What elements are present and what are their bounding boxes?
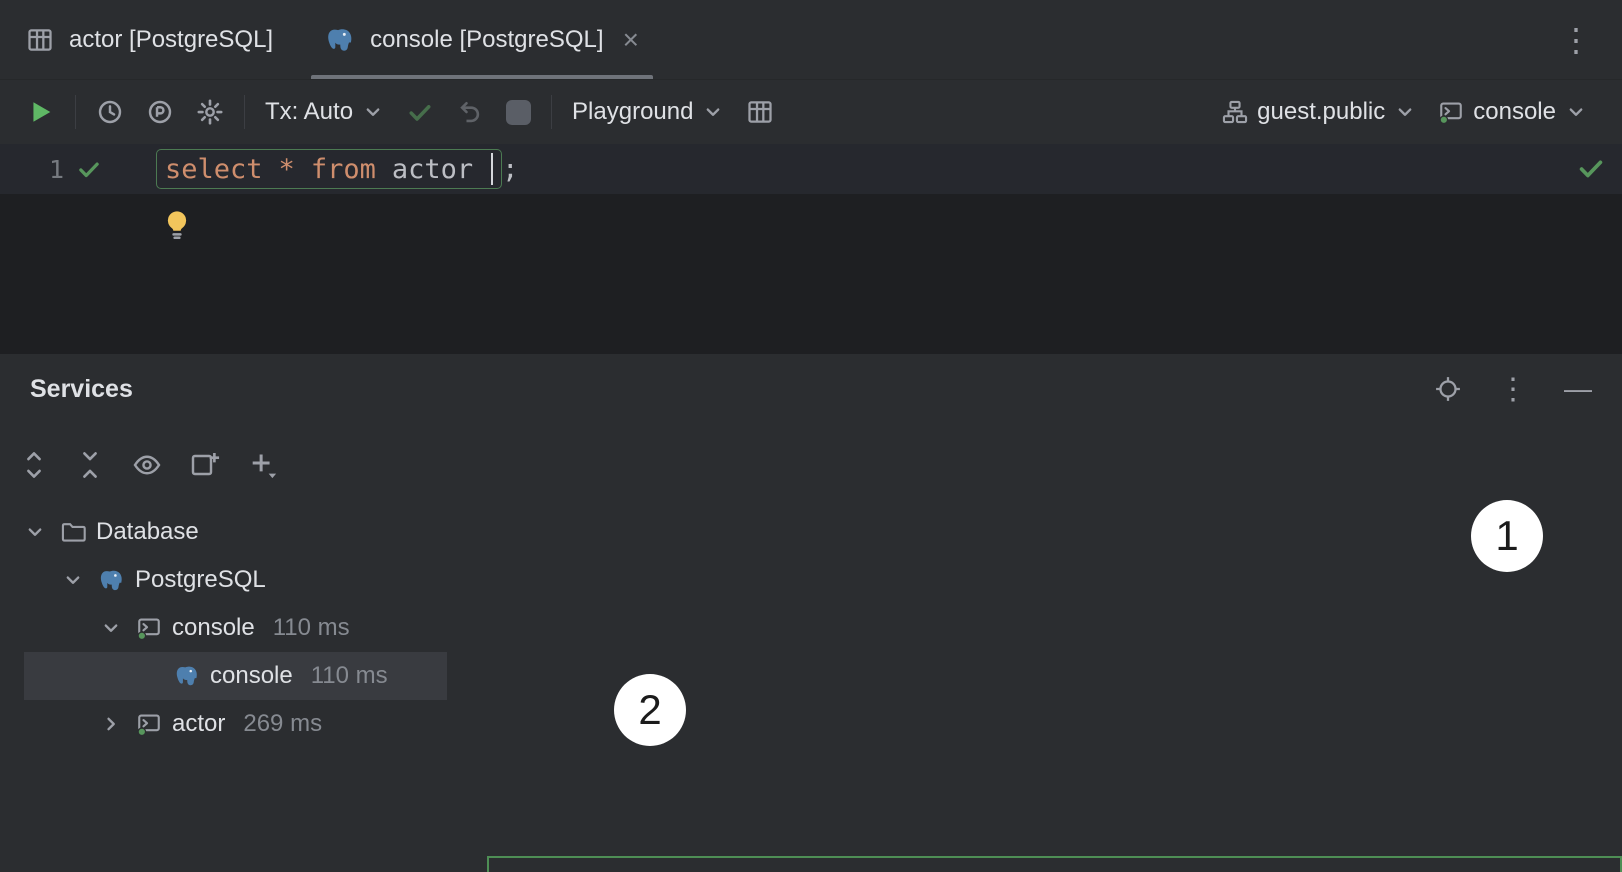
inspection-ok-icon[interactable]: [1576, 153, 1606, 183]
tree-item-actor[interactable]: actor 269 ms: [0, 700, 487, 748]
tx-mode-dropdown[interactable]: Tx: Auto: [254, 92, 395, 132]
tree-item-console-selected[interactable]: console 110 ms: [24, 652, 447, 700]
tab-result-grid[interactable]: guest.public.actor ×: [645, 858, 947, 872]
postgresql-icon: [98, 567, 125, 594]
close-icon[interactable]: ×: [623, 24, 639, 56]
services-tool-window-header[interactable]: Services ⋮ —: [0, 354, 1622, 424]
tree-item-console-group[interactable]: console 110 ms: [0, 604, 487, 652]
chevron-collapsed-icon[interactable]: [96, 713, 126, 735]
show-options-eye-icon[interactable]: [132, 450, 162, 480]
new-datasource-icon[interactable]: [190, 450, 220, 480]
tab-actor-table[interactable]: actor [PostgreSQL]: [0, 0, 299, 79]
editor-tab-bar: actor [PostgreSQL] console [PostgreSQL] …: [0, 0, 1622, 80]
keyword-from: from: [311, 154, 376, 185]
results-tab-bar: Output guest.public.actor × Tx: [489, 858, 1620, 872]
sql-statement[interactable]: select * from actor ;: [156, 149, 518, 189]
chevron-expanded-icon[interactable]: [58, 569, 88, 591]
toolbar-separator: [75, 95, 76, 129]
schema-icon: [1222, 99, 1248, 125]
editor-current-line: 1 select * from actor ;: [0, 144, 1622, 194]
commit-icon[interactable]: [395, 92, 445, 132]
schema-selector[interactable]: guest.public: [1211, 92, 1427, 132]
star-token: *: [279, 154, 295, 185]
services-body: Database PostgreSQL console 110 ms conso…: [0, 424, 1622, 872]
view-as-table-icon[interactable]: [735, 92, 785, 132]
annotation-badge-2: 2: [614, 674, 686, 746]
execution-time: 269 ms: [243, 710, 322, 738]
toolbar-separator: [244, 95, 245, 129]
keyword-select: select: [165, 154, 263, 185]
editor-gutter[interactable]: 1: [0, 155, 128, 184]
toolbar-separator: [551, 95, 552, 129]
add-service-icon[interactable]: [248, 450, 278, 480]
annotation-badge-1: 1: [1471, 500, 1543, 572]
services-tree: Database PostgreSQL console 110 ms conso…: [0, 508, 487, 748]
tab-console[interactable]: console [PostgreSQL] ×: [299, 0, 665, 79]
expand-all-icon[interactable]: [20, 451, 48, 479]
options-kebab-icon[interactable]: ⋮: [1498, 372, 1528, 407]
services-title: Services: [30, 375, 133, 404]
locate-icon[interactable]: [1434, 375, 1462, 403]
chevron-expanded-icon[interactable]: [96, 617, 126, 639]
hide-tool-window-icon[interactable]: —: [1564, 373, 1592, 405]
tree-item-postgresql[interactable]: PostgreSQL: [0, 556, 487, 604]
run-button[interactable]: [14, 91, 66, 133]
tab-output[interactable]: Output: [489, 858, 645, 872]
console-toolbar: Tx: Auto Playground guest.public console: [0, 80, 1622, 144]
statement-success-icon: [76, 156, 102, 182]
chevron-down-icon: [702, 101, 724, 123]
ide-window: actor [PostgreSQL] console [PostgreSQL] …: [0, 0, 1622, 872]
tab-actor-label: actor [PostgreSQL]: [69, 26, 273, 54]
rollback-icon[interactable]: [445, 92, 495, 132]
postgresql-icon: [325, 25, 355, 55]
tree-item-database[interactable]: Database: [0, 508, 487, 556]
postgresql-icon: [174, 663, 200, 689]
text-caret: [491, 153, 493, 185]
stop-button[interactable]: [495, 94, 542, 131]
executed-statement-highlight: select * from actor: [156, 149, 502, 189]
table-identifier: actor: [392, 154, 473, 185]
collapse-all-icon[interactable]: [76, 451, 104, 479]
line-number: 1: [49, 155, 64, 184]
stop-icon: [506, 100, 531, 125]
profile-icon[interactable]: [135, 92, 185, 132]
execution-time: 110 ms: [273, 614, 350, 642]
session-selector[interactable]: console: [1427, 92, 1598, 132]
sql-editor[interactable]: 1 select * from actor ;: [0, 144, 1622, 354]
semicolon-token: ;: [502, 154, 518, 185]
kebab-menu-icon[interactable]: ⋮: [1530, 0, 1622, 79]
chevron-down-icon: [1565, 101, 1587, 123]
services-tree-pane: Database PostgreSQL console 110 ms conso…: [0, 424, 487, 872]
folder-icon: [60, 519, 86, 545]
query-results-panel: Output guest.public.actor × Tx: [487, 856, 1622, 872]
console-datasource-icon: [136, 711, 162, 737]
console-datasource-icon: [136, 615, 162, 641]
console-session-icon: [1438, 99, 1464, 125]
chevron-down-icon: [1394, 101, 1416, 123]
table-icon: [26, 26, 54, 54]
gear-icon[interactable]: [185, 92, 235, 132]
execution-time: 110 ms: [311, 662, 388, 690]
chevron-down-icon: [362, 101, 384, 123]
chevron-expanded-icon[interactable]: [20, 521, 50, 543]
intention-bulb-icon[interactable]: [160, 208, 194, 242]
playground-dropdown[interactable]: Playground: [561, 92, 735, 132]
tab-console-label: console [PostgreSQL]: [370, 26, 603, 54]
history-icon[interactable]: [85, 92, 135, 132]
services-tree-toolbar: [0, 424, 487, 494]
